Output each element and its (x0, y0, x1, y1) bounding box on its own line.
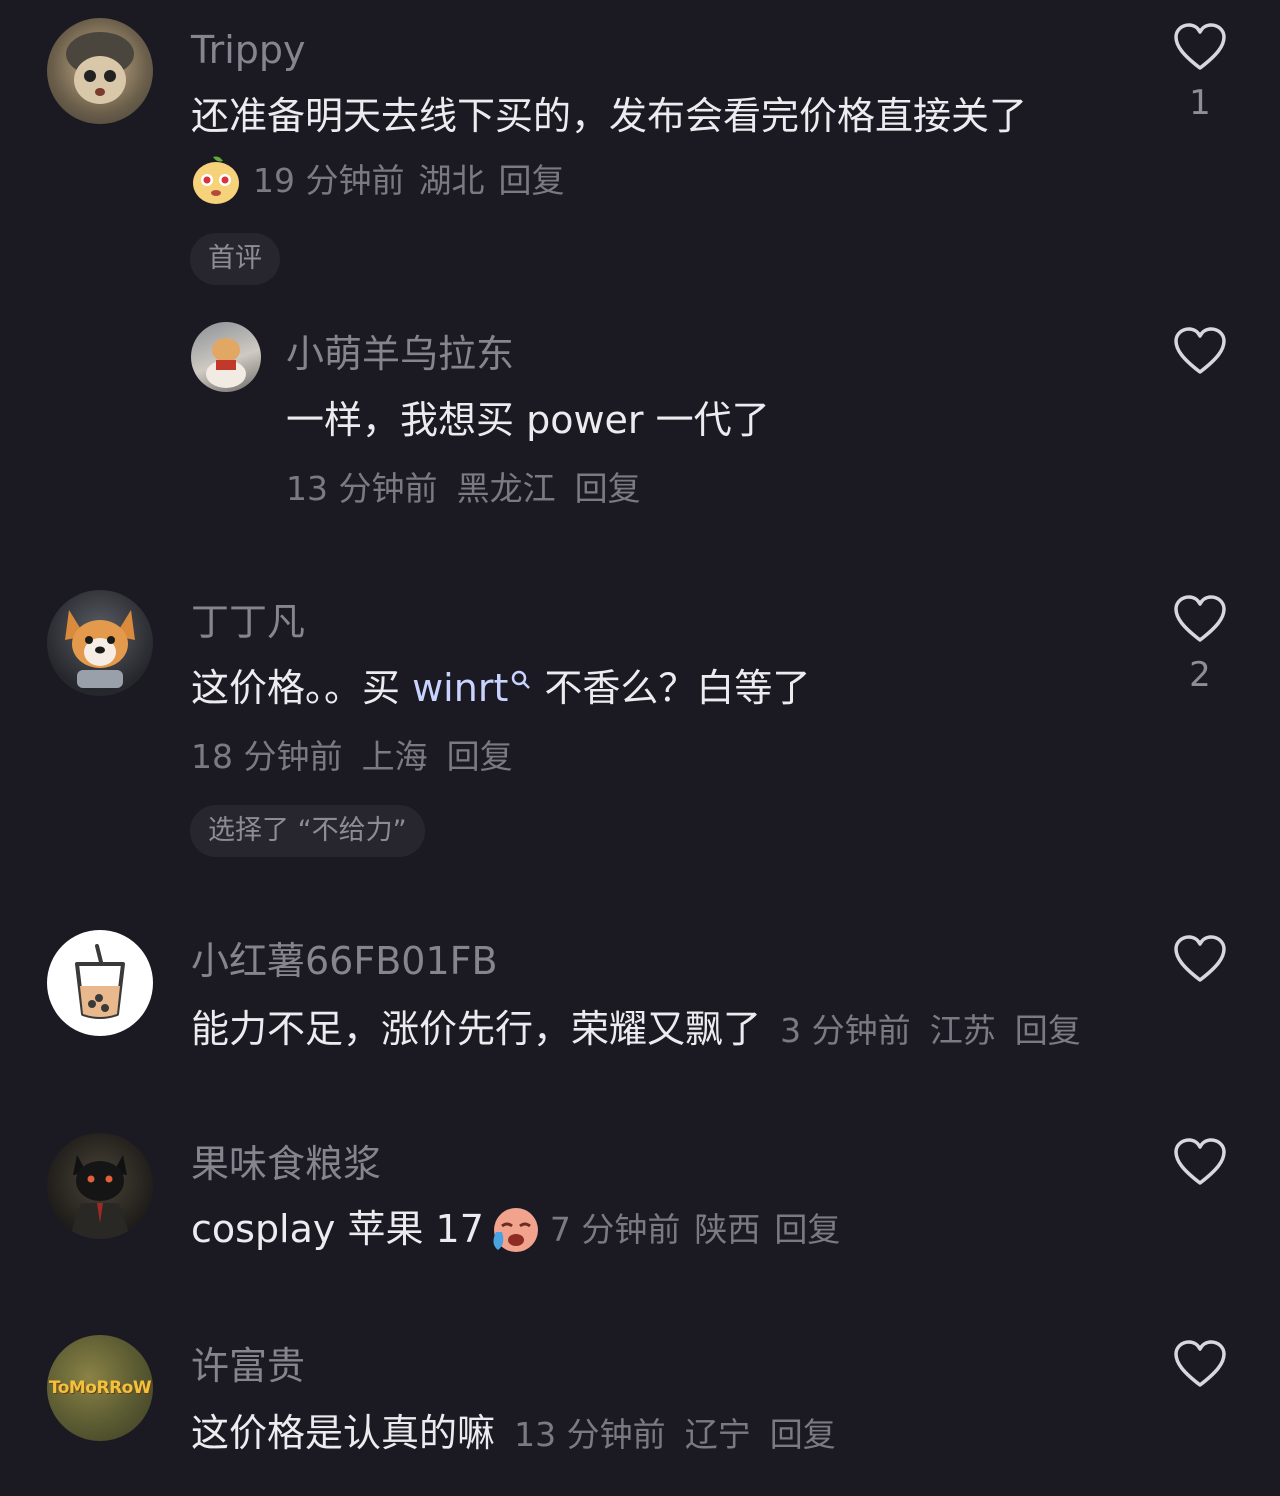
location: 辽宁 (684, 1415, 751, 1454)
like-button[interactable]: 1 (1170, 22, 1230, 120)
search-link[interactable]: winrt (412, 666, 532, 710)
avatar[interactable] (191, 322, 261, 392)
heart-icon (1174, 1340, 1226, 1387)
username[interactable]: 许富贵 (191, 1347, 305, 1385)
like-count: 1 (1189, 83, 1211, 123)
crying-face-emoji-icon (493, 1208, 538, 1252)
heart-icon (1174, 935, 1226, 982)
timestamp: 13 分钟前 (514, 1415, 666, 1454)
comment-text: 能力不足，涨价先行，荣耀又飘了 (191, 1007, 762, 1051)
black-cat-icon (69, 1155, 131, 1239)
heart-icon (1174, 1138, 1226, 1185)
avatar[interactable] (47, 18, 153, 124)
search-icon (512, 670, 531, 689)
reply-button[interactable]: 回复 (774, 1213, 840, 1246)
comment-meta: 13 分钟前 黑龙江 回复 (286, 472, 641, 505)
reply-button[interactable]: 回复 (770, 1415, 836, 1454)
timestamp: 18 分钟前 (191, 737, 343, 776)
reply-button[interactable]: 回复 (498, 164, 564, 197)
comment-text: 这价格。。买 winrt 不香么？白等了 (191, 669, 810, 707)
comment-body: cosplay 苹果 17 7 分钟前 陕西 回复 (191, 1200, 840, 1258)
dog-photo-icon (206, 338, 246, 388)
vote-badge: 选择了 “不给力” (190, 805, 425, 857)
like-button[interactable] (1170, 1137, 1230, 1187)
username[interactable]: 小红薯66FB01FB (191, 942, 498, 980)
timestamp: 19 分钟前 (253, 160, 405, 200)
first-comment-badge: 首评 (190, 233, 280, 285)
comment-body: 这价格是认真的嘛 13 分钟前 辽宁 回复 (191, 1414, 836, 1452)
like-button[interactable] (1170, 326, 1230, 376)
timestamp: 13 分钟前 (286, 469, 438, 508)
bubble-tea-icon (75, 944, 125, 1019)
username[interactable]: 小萌羊乌拉东 (286, 335, 514, 373)
username[interactable]: 丁丁凡 (191, 603, 305, 641)
like-count: 2 (1189, 655, 1211, 695)
avatar-text: ToMoRRoW (48, 1378, 152, 1398)
avatar[interactable] (47, 1133, 153, 1239)
cat-pilot-icon (66, 32, 134, 104)
comment-text-part: 不香么？白等了 (532, 666, 811, 710)
comment-text: 这价格是认真的嘛 (191, 1411, 496, 1455)
location: 上海 (361, 737, 428, 776)
mango-emoji-icon (193, 156, 239, 204)
location: 陕西 (694, 1209, 761, 1249)
reply-button[interactable]: 回复 (1015, 1011, 1081, 1050)
location: 江苏 (929, 1011, 996, 1050)
like-button[interactable] (1170, 1339, 1230, 1389)
comment-text: 还准备明天去线下买的，发布会看完价格直接关了 (191, 94, 1028, 138)
heart-icon (1174, 327, 1226, 374)
corgi-icon (65, 610, 135, 688)
timestamp: 3 分钟前 (780, 1011, 911, 1050)
username[interactable]: Trippy (191, 31, 306, 69)
location: 湖北 (418, 160, 485, 200)
heart-icon (1174, 23, 1226, 70)
search-link-label: winrt (412, 666, 509, 710)
comment-text-part: 这价格。。买 (191, 666, 413, 710)
heart-icon (1174, 595, 1226, 642)
avatar[interactable]: ToMoRRoW (47, 1335, 153, 1441)
reply-button[interactable]: 回复 (575, 469, 641, 508)
like-button[interactable] (1170, 934, 1230, 984)
comment-text: 一样，我想买 power 一代了 (286, 398, 770, 442)
comment-meta: 19 分钟前 湖北 回复 (191, 153, 564, 207)
comment-meta: 18 分钟前 上海 回复 (191, 740, 513, 773)
avatar[interactable] (47, 590, 153, 696)
avatar[interactable] (47, 930, 153, 1036)
timestamp: 7 分钟前 (549, 1209, 681, 1249)
like-button[interactable]: 2 (1170, 594, 1230, 692)
reply-button[interactable]: 回复 (447, 737, 513, 776)
location: 黑龙江 (456, 469, 556, 508)
username[interactable]: 果味食粮浆 (191, 1145, 381, 1183)
comment-body: 能力不足，涨价先行，荣耀又飘了 3 分钟前 江苏 回复 (191, 1010, 1081, 1048)
comment-text: cosplay 苹果 17 (191, 1207, 484, 1251)
